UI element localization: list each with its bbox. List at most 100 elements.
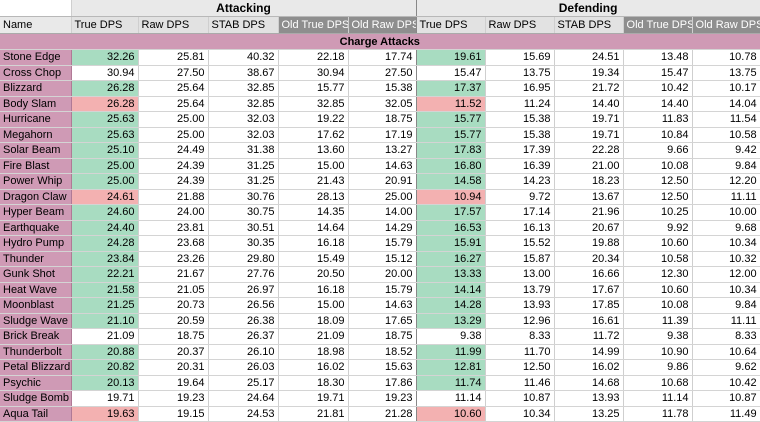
- defending-value-cell[interactable]: 16.66: [554, 266, 624, 283]
- defending-value-cell[interactable]: 10.58: [692, 127, 760, 143]
- attacking-value-cell[interactable]: 19.64: [138, 375, 209, 391]
- defending-value-cell[interactable]: 8.33: [692, 328, 760, 345]
- defending-value-cell[interactable]: 10.25: [623, 204, 693, 221]
- attacking-value-cell[interactable]: 19.71: [71, 390, 139, 407]
- attacking-value-cell[interactable]: 14.35: [278, 204, 349, 221]
- defending-value-cell[interactable]: 10.87: [692, 390, 760, 407]
- defending-value-cell[interactable]: 9.62: [692, 359, 760, 376]
- defending-value-cell[interactable]: 14.99: [554, 344, 624, 360]
- defending-value-cell[interactable]: 19.71: [554, 111, 624, 128]
- defending-value-cell[interactable]: 11.52: [416, 96, 486, 112]
- attacking-value-cell[interactable]: 15.12: [348, 251, 417, 267]
- defending-value-cell[interactable]: 9.72: [485, 189, 555, 205]
- section-header-charge-attacks[interactable]: Charge Attacks: [0, 33, 760, 50]
- defending-value-cell[interactable]: 14.40: [554, 96, 624, 112]
- defending-value-cell[interactable]: 11.54: [692, 111, 760, 128]
- defending-value-cell[interactable]: 10.94: [416, 189, 486, 205]
- attacking-value-cell[interactable]: 18.75: [348, 328, 417, 345]
- defending-value-cell[interactable]: 12.20: [692, 173, 760, 190]
- defending-value-cell[interactable]: 17.37: [416, 80, 486, 97]
- move-name-cell[interactable]: Sludge Bomb: [0, 390, 72, 407]
- attacking-value-cell[interactable]: 21.05: [138, 282, 209, 298]
- attacking-value-cell[interactable]: 20.91: [348, 173, 417, 190]
- move-name-cell[interactable]: Dragon Claw: [0, 189, 72, 205]
- defending-value-cell[interactable]: 9.92: [623, 220, 693, 236]
- defending-value-cell[interactable]: 11.99: [416, 344, 486, 360]
- attacking-value-cell[interactable]: 21.67: [138, 266, 209, 283]
- move-name-cell[interactable]: Fire Blast: [0, 158, 72, 174]
- attacking-value-cell[interactable]: 32.85: [208, 96, 279, 112]
- attacking-value-cell[interactable]: 24.60: [71, 204, 139, 221]
- defending-value-cell[interactable]: 14.14: [416, 282, 486, 298]
- defending-value-cell[interactable]: 16.53: [416, 220, 486, 236]
- attacking-value-cell[interactable]: 19.71: [278, 390, 349, 407]
- defending-value-cell[interactable]: 14.58: [416, 173, 486, 190]
- move-name-cell[interactable]: Aqua Tail: [0, 406, 72, 422]
- attacking-value-cell[interactable]: 14.29: [348, 220, 417, 236]
- defending-value-cell[interactable]: 20.67: [554, 220, 624, 236]
- attacking-value-cell[interactable]: 20.00: [348, 266, 417, 283]
- defending-value-cell[interactable]: 13.33: [416, 266, 486, 283]
- attacking-value-cell[interactable]: 18.75: [138, 328, 209, 345]
- defending-value-cell[interactable]: 11.83: [623, 111, 693, 128]
- attacking-value-cell[interactable]: 24.40: [71, 220, 139, 236]
- attacking-value-cell[interactable]: 19.15: [138, 406, 209, 422]
- defending-value-cell[interactable]: 18.23: [554, 173, 624, 190]
- attacking-value-cell[interactable]: 13.27: [348, 142, 417, 159]
- defending-value-cell[interactable]: 11.70: [485, 344, 555, 360]
- attacking-value-cell[interactable]: 14.63: [348, 297, 417, 314]
- attacking-value-cell[interactable]: 26.97: [208, 282, 279, 298]
- defending-value-cell[interactable]: 21.00: [554, 158, 624, 174]
- defending-value-cell[interactable]: 10.68: [623, 375, 693, 391]
- defending-value-cell[interactable]: 17.14: [485, 204, 555, 221]
- attacking-value-cell[interactable]: 21.09: [71, 328, 139, 345]
- attacking-value-cell[interactable]: 30.35: [208, 235, 279, 252]
- defending-value-cell[interactable]: 12.96: [485, 313, 555, 329]
- name-column-header[interactable]: Name: [0, 16, 72, 34]
- attacking-value-cell[interactable]: 25.10: [71, 142, 139, 159]
- defending-value-cell[interactable]: 19.88: [554, 235, 624, 252]
- attacking-value-cell[interactable]: 16.02: [278, 359, 349, 376]
- defending-value-cell[interactable]: 10.34: [485, 406, 555, 422]
- defending-value-cell[interactable]: 24.51: [554, 49, 624, 66]
- defending-value-cell[interactable]: 11.14: [416, 390, 486, 407]
- attacking-value-cell[interactable]: 19.63: [71, 406, 139, 422]
- attacking-value-cell[interactable]: 25.17: [208, 375, 279, 391]
- attacking-value-cell[interactable]: 22.18: [278, 49, 349, 66]
- attacking-value-cell[interactable]: 20.59: [138, 313, 209, 329]
- attacking-value-cell[interactable]: 25.00: [138, 111, 209, 128]
- defending-value-cell[interactable]: 12.00: [692, 266, 760, 283]
- move-name-cell[interactable]: Moonblast: [0, 297, 72, 314]
- attacking-value-cell[interactable]: 17.65: [348, 313, 417, 329]
- corner-cell[interactable]: [0, 0, 72, 17]
- attacking-value-cell[interactable]: 21.09: [278, 328, 349, 345]
- def-stab-dps-header[interactable]: STAB DPS: [554, 16, 624, 34]
- att-true-dps-header[interactable]: True DPS: [71, 16, 139, 34]
- defending-value-cell[interactable]: 16.27: [416, 251, 486, 267]
- attacking-value-cell[interactable]: 26.10: [208, 344, 279, 360]
- defending-value-cell[interactable]: 14.04: [692, 96, 760, 112]
- def-true-dps-header[interactable]: True DPS: [416, 16, 486, 34]
- att-raw-dps-header[interactable]: Raw DPS: [138, 16, 209, 34]
- defending-value-cell[interactable]: 15.91: [416, 235, 486, 252]
- defending-value-cell[interactable]: 17.85: [554, 297, 624, 314]
- defending-value-cell[interactable]: 11.78: [623, 406, 693, 422]
- defending-value-cell[interactable]: 10.84: [623, 127, 693, 143]
- move-name-cell[interactable]: Hydro Pump: [0, 235, 72, 252]
- attacking-value-cell[interactable]: 25.00: [71, 158, 139, 174]
- attacking-value-cell[interactable]: 23.84: [71, 251, 139, 267]
- defending-value-cell[interactable]: 19.71: [554, 127, 624, 143]
- move-name-cell[interactable]: Power Whip: [0, 173, 72, 190]
- defending-value-cell[interactable]: 16.80: [416, 158, 486, 174]
- attacking-value-cell[interactable]: 15.79: [348, 235, 417, 252]
- defending-value-cell[interactable]: 10.90: [623, 344, 693, 360]
- defending-value-cell[interactable]: 14.68: [554, 375, 624, 391]
- attacking-value-cell[interactable]: 14.63: [348, 158, 417, 174]
- attacking-value-cell[interactable]: 15.77: [278, 80, 349, 97]
- attacking-value-cell[interactable]: 27.50: [138, 65, 209, 81]
- defending-value-cell[interactable]: 10.17: [692, 80, 760, 97]
- defending-value-cell[interactable]: 15.69: [485, 49, 555, 66]
- move-name-cell[interactable]: Thunderbolt: [0, 344, 72, 360]
- defending-value-cell[interactable]: 21.96: [554, 204, 624, 221]
- attacking-value-cell[interactable]: 25.81: [138, 49, 209, 66]
